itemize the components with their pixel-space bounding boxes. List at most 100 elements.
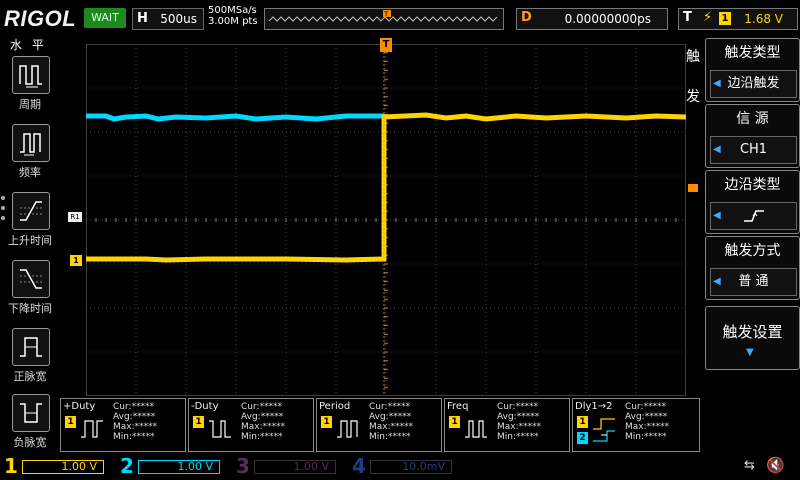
channel-status-bar: 1 1.00 V 2 1.00 V 3 1.00 V 4 10.0mV ⇆ 🔇 <box>0 452 800 480</box>
chevron-down-icon: ▼ <box>746 347 754 358</box>
positive-width-icon[interactable] <box>12 328 50 366</box>
frequency-icon[interactable] <box>12 124 50 162</box>
trigger-channel-badge: 1 <box>719 12 731 25</box>
measurement-values: Cur:***** Avg:***** Max:***** Min:***** <box>497 402 542 442</box>
trigger-menu: 触发类型 ◀ 边沿触发 信 源 ◀ CH1 边沿类型 ◀ 触发方式 ◀ 普 通 … <box>705 36 800 452</box>
channel-3-status[interactable]: 3 1.00 V <box>232 454 344 478</box>
trigger-type-value[interactable]: ◀ 边沿触发 <box>710 70 797 98</box>
trigger-status-box[interactable]: T ⚡ 1 1.68 V <box>678 8 798 30</box>
edge-type-head: 边沿类型 <box>724 177 781 193</box>
rise-time-icon[interactable] <box>12 192 50 230</box>
channel-4-status[interactable]: 4 10.0mV <box>348 454 460 478</box>
measurement-period[interactable]: Period 1 Cur:***** Avg:***** Max:***** Min:… <box>316 398 442 452</box>
period-icon[interactable] <box>12 56 50 94</box>
edge-type-value[interactable]: ◀ <box>710 202 797 230</box>
sweep-mode-item[interactable]: 触发方式 ◀ 普 通 <box>705 236 800 300</box>
measurement-channel-badge: 1 <box>577 416 588 428</box>
measurement-title: Period <box>319 401 351 412</box>
waveform-display[interactable] <box>86 44 686 396</box>
sample-rate: 500MSa/s <box>208 5 257 16</box>
measurement-title: -Duty <box>191 401 219 412</box>
ch2-trace <box>86 113 384 122</box>
measurement-values: Cur:***** Avg:***** Max:***** Min:***** <box>241 402 286 442</box>
memory-waveform-icon: T <box>268 10 498 22</box>
frequency-icon <box>465 420 487 438</box>
menu-item-period[interactable]: 周期 <box>4 56 56 118</box>
delay-value: 0.00000000ps <box>564 12 651 26</box>
negative-width-icon[interactable] <box>12 394 50 432</box>
channel-scale: 1.00 V <box>138 460 220 474</box>
measurement-channel-badge: 1 <box>321 416 332 428</box>
trigger-settings-button[interactable]: 触发设置 ▼ <box>705 306 800 370</box>
measurement-channel2-badge: 2 <box>577 432 588 444</box>
acquisition-info: 500MSa/s 3.00M pts <box>208 5 258 27</box>
menu-item-negative-width[interactable]: 负脉宽 <box>4 394 56 456</box>
measurement-channel-badge: 1 <box>193 416 204 428</box>
run-status-badge[interactable]: WAIT <box>84 8 126 28</box>
measurement-title: Freq <box>447 401 469 412</box>
delay-icon <box>593 418 615 442</box>
top-status-bar: RIGOL WAIT H 500us 500MSa/s 3.00M pts T … <box>0 0 800 36</box>
chevron-left-icon: ◀ <box>713 78 721 89</box>
measurement-delay-1-2[interactable]: Dly1→2 1 2 Cur:***** Avg:***** Max:***** Mi… <box>572 398 700 452</box>
trigger-menu-title-1: 触 <box>686 49 700 65</box>
horizontal-measure-menu: 水 平 周期 频率 上升时间 下降时间 正脉宽 负脉宽 <box>0 36 58 452</box>
trigger-type-text: 边沿触发 <box>727 76 780 91</box>
menu-item-positive-width[interactable]: 正脉宽 <box>4 328 56 390</box>
menu-item-label: 负脉宽 <box>13 436 47 449</box>
measurement-positive-duty[interactable]: +Duty 1 Cur:***** Avg:***** Max:***** Min:*… <box>60 398 186 452</box>
brand-logo: RIGOL <box>4 6 77 31</box>
source-value[interactable]: ◀ CH1 <box>710 136 797 164</box>
timebase-label: H <box>137 11 148 26</box>
trigger-level-marker[interactable] <box>688 184 698 192</box>
measurement-channel-badge: 1 <box>449 416 460 428</box>
menu-item-label: 正脉宽 <box>13 370 47 383</box>
svg-text:T: T <box>383 11 389 19</box>
sweep-text: 普 通 <box>738 274 769 289</box>
sweep-value[interactable]: ◀ 普 通 <box>710 268 797 296</box>
rising-edge-icon <box>743 210 764 222</box>
measurement-negative-duty[interactable]: -Duty 1 Cur:***** Avg:***** Max:***** Min:*… <box>188 398 314 452</box>
delay-label: D <box>521 10 532 25</box>
fall-time-icon[interactable] <box>12 260 50 298</box>
measurement-channel-badge: 1 <box>65 416 76 428</box>
trigger-settings-label: 触发设置 <box>722 323 783 341</box>
sweep-head: 触发方式 <box>724 243 781 259</box>
menu-item-frequency[interactable]: 频率 <box>4 124 56 186</box>
source-item[interactable]: 信 源 ◀ CH1 <box>705 104 800 168</box>
memory-depth: 3.00M pts <box>208 16 258 27</box>
chevron-left-icon: ◀ <box>713 276 721 287</box>
channel-number: 1 <box>4 454 18 478</box>
timebase-value: 500us <box>160 12 197 26</box>
speaker-muted-icon[interactable]: 🔇 <box>766 456 785 474</box>
menu-item-label: 下降时间 <box>8 302 52 315</box>
menu-item-label: 频率 <box>19 166 41 179</box>
delay-box[interactable]: D 0.00000000ps <box>516 8 668 30</box>
menu-item-fall-time[interactable]: 下降时间 <box>4 260 56 322</box>
trigger-position-marker[interactable]: T <box>380 38 392 52</box>
chevron-left-icon: ◀ <box>713 144 721 155</box>
channel-2-status[interactable]: 2 1.00 V <box>116 454 228 478</box>
channel-number: 4 <box>352 454 366 478</box>
trigger-level: 1.68 V <box>744 12 783 26</box>
measurement-values: Cur:***** Avg:***** Max:***** Min:***** <box>369 402 414 442</box>
channel-1-status[interactable]: 1 1.00 V <box>0 454 112 478</box>
measurement-title: Dly1→2 <box>575 401 613 412</box>
trigger-type-item[interactable]: 触发类型 ◀ 边沿触发 <box>705 38 800 102</box>
source-head: 信 源 <box>736 111 769 127</box>
trigger-label: T <box>683 10 692 25</box>
menu-item-rise-time[interactable]: 上升时间 <box>4 192 56 254</box>
menu-item-label: 周期 <box>19 98 41 111</box>
reference-r1-marker[interactable]: R1 <box>68 212 82 222</box>
measurement-frequency[interactable]: Freq 1 Cur:***** Avg:***** Max:***** Min:**… <box>444 398 570 452</box>
timebase-box[interactable]: H 500us <box>132 8 204 30</box>
menu-page-dots <box>1 196 6 220</box>
channel-scale: 1.00 V <box>22 460 104 474</box>
ch1-offset-marker[interactable]: 1 <box>70 255 82 266</box>
positive-duty-icon <box>81 420 103 438</box>
edge-type-item[interactable]: 边沿类型 ◀ <box>705 170 800 234</box>
measurement-values: Cur:***** Avg:***** Max:***** Min:***** <box>113 402 158 442</box>
usb-icon: ⇆ <box>744 458 755 473</box>
memory-overview-strip[interactable]: T <box>264 8 504 30</box>
measurement-title: +Duty <box>63 401 96 412</box>
